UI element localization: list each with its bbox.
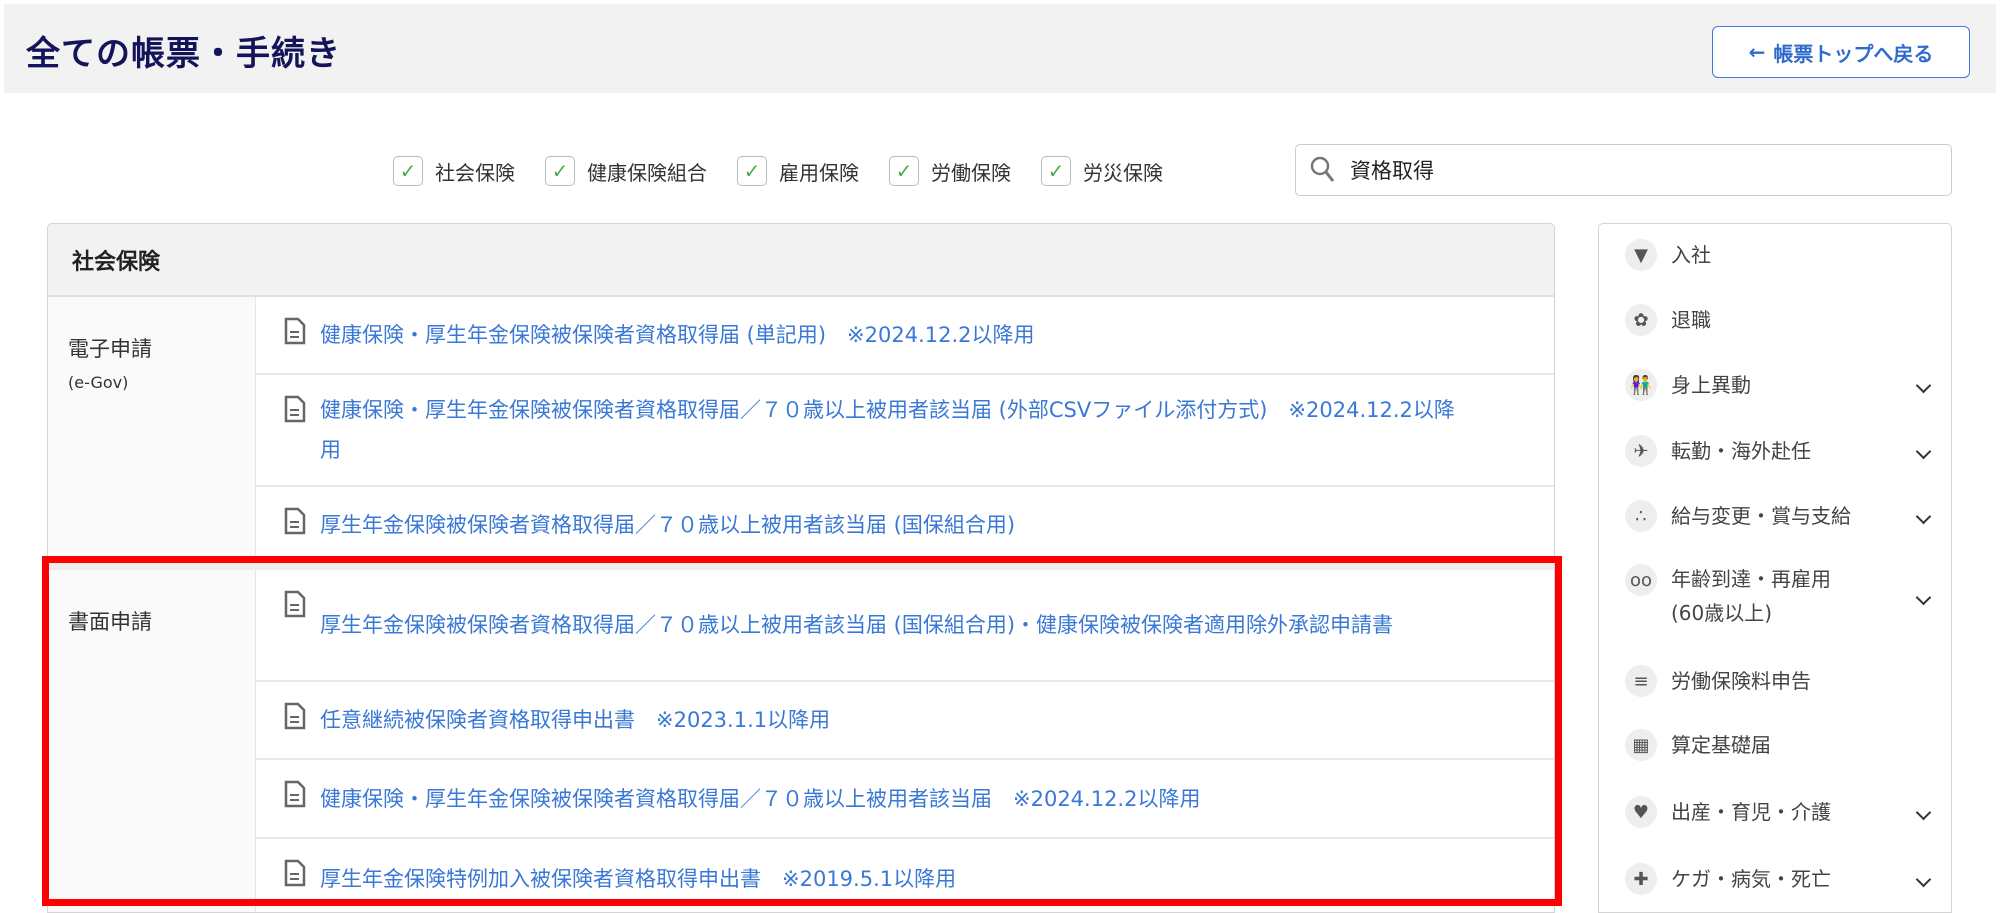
group-paper: 書面申請 厚生年金保険被保険者資格取得届／７０歳以上被用者該当届 (国保組合用)… [48, 570, 1554, 912]
filter-rosai-hoken[interactable]: ✓ 労災保険 [1041, 156, 1163, 186]
checkbox-checked-icon[interactable]: ✓ [1041, 156, 1071, 186]
sidebar-item-shussan[interactable]: ♥ 出産・育児・介護 [1599, 796, 1951, 828]
chevron-down-icon[interactable] [1915, 871, 1932, 887]
search-query: 資格取得 [1350, 159, 1434, 183]
heart-icon: ♥ [1625, 796, 1657, 828]
sidebar-item-nenrei[interactable]: oo 年齢到達・再雇用 (60歳以上) [1599, 564, 1951, 630]
form-link[interactable]: 健康保険・厚生年金保険被保険者資格取得届／７０歳以上被用者該当届 ※2024.1… [320, 779, 1200, 819]
chevron-down-icon[interactable] [1915, 804, 1932, 820]
sidebar-item-rodo-hokenryo[interactable]: ≡ 労働保険料申告 [1599, 665, 1951, 697]
arrow-left-icon: ← [1748, 40, 1766, 64]
sidebar-item-kega[interactable]: ✚ ケガ・病気・死亡 [1599, 863, 1951, 895]
document-icon [284, 859, 306, 887]
search-input[interactable]: 資格取得 [1295, 144, 1952, 196]
form-link[interactable]: 厚生年金保険特例加入被保険者資格取得申出書 ※2019.5.1以降用 [320, 859, 956, 899]
list-item: 厚生年金保険被保険者資格取得届／７０歳以上被用者該当届 (国保組合用)・健康保険… [256, 570, 1554, 682]
sidebar-item-shinjo-ido[interactable]: 👫 身上異動 [1599, 369, 1951, 401]
chevron-down-icon[interactable] [1915, 508, 1932, 524]
hand-coins-icon: ∴ [1625, 500, 1657, 532]
page-title: 全ての帳票・手続き [26, 34, 341, 74]
page-header: 全ての帳票・手続き ← 帳票トップへ戻る [4, 4, 1996, 93]
bouquet-icon: ✿ [1625, 304, 1657, 336]
group-electronic: 電子申請 (e-Gov) 健康保険・厚生年金保険被保険者資格取得届 (単記用) ※… [48, 297, 1554, 562]
airplane-icon: ✈ [1625, 435, 1657, 467]
document-icon [284, 702, 306, 730]
document-icon [284, 780, 306, 808]
form-link[interactable]: 厚生年金保険被保険者資格取得届／７０歳以上被用者該当届 (国保組合用) [320, 505, 1015, 545]
checkbox-checked-icon[interactable]: ✓ [393, 156, 423, 186]
sidebar-item-nyusha[interactable]: ▼ 入社 [1599, 239, 1951, 271]
checkbox-checked-icon[interactable]: ✓ [737, 156, 767, 186]
tie-icon: ▼ [1625, 239, 1657, 271]
search-icon [1310, 156, 1335, 182]
filter-shakai-hoken[interactable]: ✓ 社会保険 [393, 156, 515, 186]
panel-title: 社会保険 [48, 224, 1554, 297]
list-item: 健康保険・厚生年金保険被保険者資格取得届／７０歳以上被用者該当届 ※2024.1… [256, 760, 1554, 839]
category-sidebar: ▼ 入社 ✿ 退職 👫 身上異動 ✈ 転勤・海外赴任 ∴ 給与変更・賞与支給 oo 年齢到達… [1598, 223, 1952, 913]
form-link[interactable]: 任意継続被保険者資格取得申出書 ※2023.1.1以降用 [320, 700, 830, 740]
form-link[interactable]: 厚生年金保険被保険者資格取得届／７０歳以上被用者該当届 (国保組合用)・健康保険… [320, 605, 1393, 645]
list-item: 健康保険・厚生年金保険被保険者資格取得届／７０歳以上被用者該当届 (外部CSVフ… [256, 375, 1554, 487]
forms-panel: 社会保険 電子申請 (e-Gov) 健康保険・厚生年金保険被保険者資格取得届 (単… [47, 223, 1555, 913]
sidebar-item-santei[interactable]: ▦ 算定基礎届 [1599, 729, 1951, 761]
back-button-label: 帳票トップへ戻る [1773, 41, 1934, 66]
filter-checkboxes: ✓ 社会保険 ✓ 健康保険組合 ✓ 雇用保険 ✓ 労働保険 ✓ 労災保険 [393, 156, 1193, 186]
checkbox-checked-icon[interactable]: ✓ [545, 156, 575, 186]
couple-icon: 👫 [1625, 369, 1657, 401]
divider [48, 562, 1554, 570]
first-aid-icon: ✚ [1625, 863, 1657, 895]
filter-kenko-hoken-kumiai[interactable]: ✓ 健康保険組合 [545, 156, 707, 186]
group-label: 書面申請 [68, 610, 152, 634]
list-item: 任意継続被保険者資格取得申出書 ※2023.1.1以降用 [256, 682, 1554, 760]
chevron-down-icon[interactable] [1915, 589, 1932, 606]
document-icon [284, 507, 306, 535]
form-link[interactable]: 健康保険・厚生年金保険被保険者資格取得届／７０歳以上被用者該当届 (外部CSVフ… [320, 390, 1470, 470]
filter-rodo-hoken[interactable]: ✓ 労働保険 [889, 156, 1011, 186]
filter-koyo-hoken[interactable]: ✓ 雇用保険 [737, 156, 859, 186]
chevron-down-icon[interactable] [1915, 443, 1932, 459]
document-icon [284, 590, 306, 618]
sidebar-item-taishoku[interactable]: ✿ 退職 [1599, 304, 1951, 336]
group-label: 電子申請 [68, 337, 152, 361]
group-sublabel: (e-Gov) [68, 373, 129, 392]
chevron-down-icon[interactable] [1915, 377, 1932, 393]
document-icon [284, 395, 306, 423]
checkbox-checked-icon[interactable]: ✓ [889, 156, 919, 186]
document-icon [284, 317, 306, 345]
document-icon: ≡ [1625, 665, 1657, 697]
sidebar-item-kyuyo[interactable]: ∴ 給与変更・賞与支給 [1599, 500, 1951, 532]
calculator-icon: ▦ [1625, 729, 1657, 761]
back-to-forms-top-button[interactable]: ← 帳票トップへ戻る [1712, 26, 1970, 78]
sidebar-item-tenkin[interactable]: ✈ 転勤・海外赴任 [1599, 435, 1951, 467]
glasses-icon: oo [1625, 564, 1657, 596]
list-item: 厚生年金保険被保険者資格取得届／７０歳以上被用者該当届 (国保組合用) [256, 487, 1554, 562]
list-item: 厚生年金保険特例加入被保険者資格取得申出書 ※2019.5.1以降用 [256, 839, 1554, 912]
form-link[interactable]: 健康保険・厚生年金保険被保険者資格取得届 (単記用) ※2024.12.2以降用 [320, 315, 1035, 355]
list-item: 健康保険・厚生年金保険被保険者資格取得届 (単記用) ※2024.12.2以降用 [256, 297, 1554, 375]
